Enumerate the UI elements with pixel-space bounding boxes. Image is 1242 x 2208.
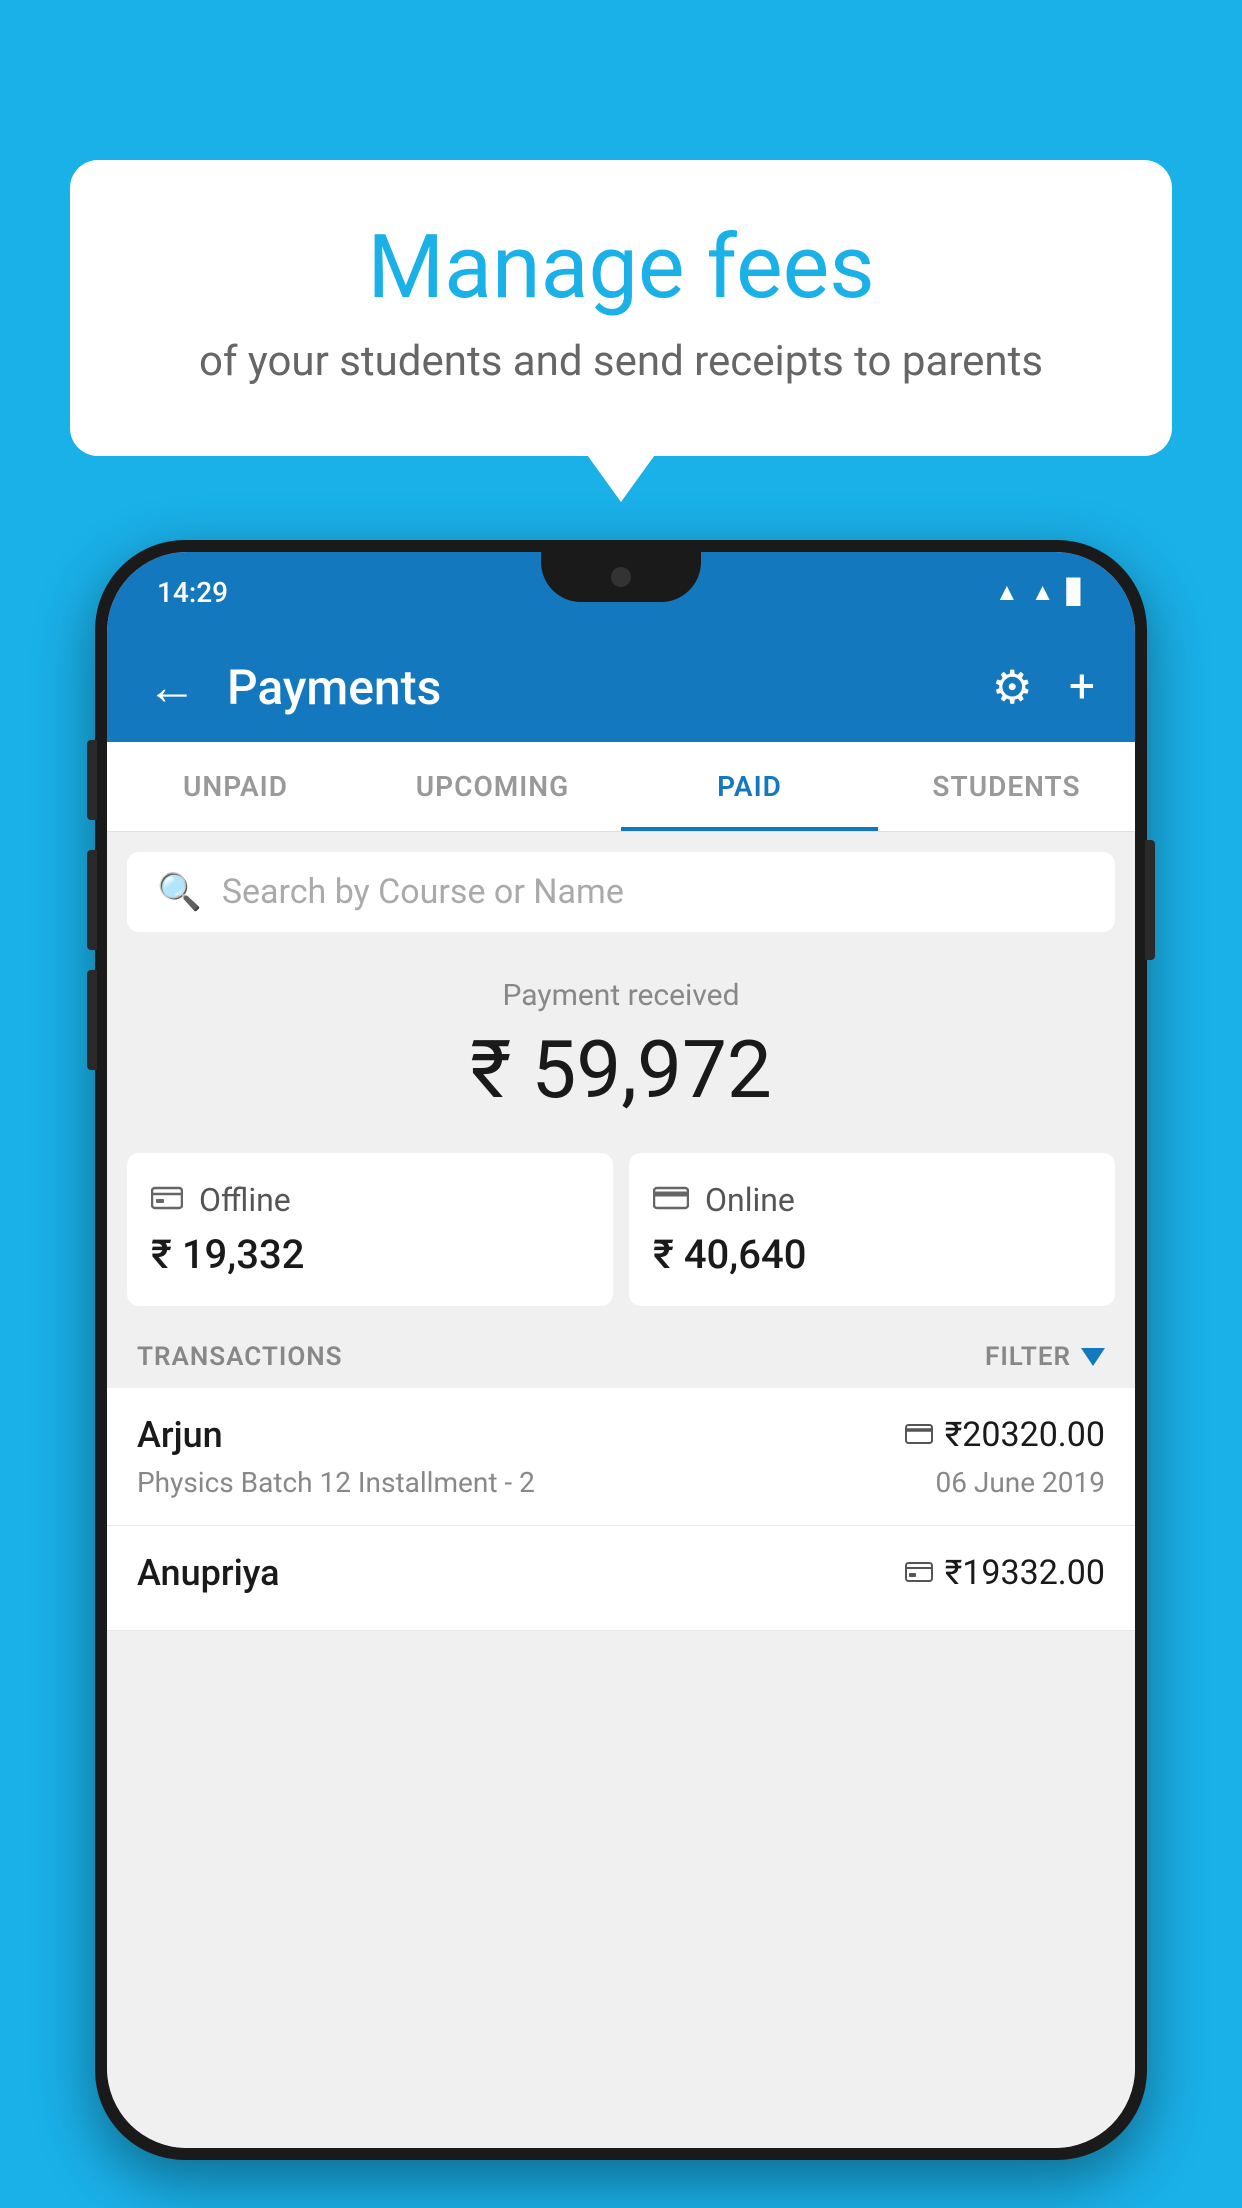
battery-icon: ▊ [1067,578,1085,606]
payment-cards: Offline ₹ 19,332 Online ₹ 4 [127,1153,1115,1306]
online-label: Online [705,1181,795,1219]
volume-mute-button [87,740,97,820]
header-title: Payments [227,659,992,716]
online-amount: ₹ 40,640 [653,1231,1091,1278]
transaction-amount: ₹20320.00 [945,1415,1105,1455]
transactions-header: TRANSACTIONS FILTER [107,1326,1135,1388]
transaction-row[interactable]: Anupriya ₹19332.00 [107,1526,1135,1631]
transaction-amount: ₹19332.00 [945,1553,1105,1593]
tab-upcoming[interactable]: UPCOMING [364,742,621,831]
offline-card-header: Offline [151,1181,589,1219]
transaction-date: 06 June 2019 [935,1466,1105,1499]
payment-type-icon [905,1557,933,1590]
settings-icon[interactable]: ⚙ [992,660,1033,715]
payment-received-label: Payment received [147,978,1095,1013]
phone-screen: 14:29 ▲ ▲ ▊ ← Payments ⚙ + UNPAID [107,552,1135,2148]
online-card-header: Online [653,1181,1091,1219]
bubble-subtitle: of your students and send receipts to pa… [150,337,1092,386]
phone-mockup: 14:29 ▲ ▲ ▊ ← Payments ⚙ + UNPAID [95,540,1147,2160]
app-header: ← Payments ⚙ + [107,632,1135,742]
offline-icon [151,1181,183,1219]
signal-icon: ▲ [1031,578,1055,607]
filter-icon [1081,1348,1105,1366]
volume-down-button [87,970,97,1070]
back-button[interactable]: ← [147,658,197,717]
transaction-name: Anupriya [137,1552,280,1594]
transaction-amount-wrap: ₹19332.00 [905,1553,1105,1593]
tab-unpaid[interactable]: UNPAID [107,742,364,831]
notch [541,552,701,602]
transaction-amount-wrap: ₹20320.00 [905,1415,1105,1455]
search-icon: 🔍 [157,871,202,913]
transaction-top: Arjun ₹20320.00 [137,1414,1105,1456]
transaction-bottom: Physics Batch 12 Installment - 2 06 June… [137,1466,1105,1499]
bubble-title: Manage fees [150,220,1092,317]
payment-received-amount: ₹ 59,972 [147,1023,1095,1117]
camera [611,567,631,587]
volume-up-button [87,850,97,950]
search-placeholder: Search by Course or Name [222,872,624,912]
tabs-bar: UNPAID UPCOMING PAID STUDENTS [107,742,1135,832]
offline-amount: ₹ 19,332 [151,1231,589,1278]
transaction-top: Anupriya ₹19332.00 [137,1552,1105,1594]
status-bar: 14:29 ▲ ▲ ▊ [107,552,1135,632]
offline-label: Offline [199,1181,291,1219]
offline-card: Offline ₹ 19,332 [127,1153,613,1306]
transactions-label: TRANSACTIONS [137,1342,343,1372]
speech-bubble: Manage fees of your students and send re… [70,160,1172,456]
add-icon[interactable]: + [1069,660,1095,714]
payment-received-section: Payment received ₹ 59,972 [127,948,1115,1137]
status-icons: ▲ ▲ ▊ [995,578,1085,607]
transaction-course: Physics Batch 12 Installment - 2 [137,1466,535,1499]
tab-students[interactable]: STUDENTS [878,742,1135,831]
wifi-icon: ▲ [995,578,1019,607]
transaction-name: Arjun [137,1414,223,1456]
header-actions: ⚙ + [992,660,1095,715]
content-area: 🔍 Search by Course or Name Payment recei… [107,832,1135,2148]
speech-bubble-container: Manage fees of your students and send re… [70,160,1172,456]
search-bar[interactable]: 🔍 Search by Course or Name [127,852,1115,932]
power-button [1145,840,1155,960]
online-icon [653,1181,689,1219]
status-time: 14:29 [157,576,228,609]
tab-paid[interactable]: PAID [621,742,878,831]
transaction-row[interactable]: Arjun ₹20320.00 Physics Batch 12 Install… [107,1388,1135,1526]
payment-type-icon [905,1419,933,1452]
filter-label: FILTER [985,1342,1071,1372]
filter-button[interactable]: FILTER [985,1342,1105,1372]
online-card: Online ₹ 40,640 [629,1153,1115,1306]
